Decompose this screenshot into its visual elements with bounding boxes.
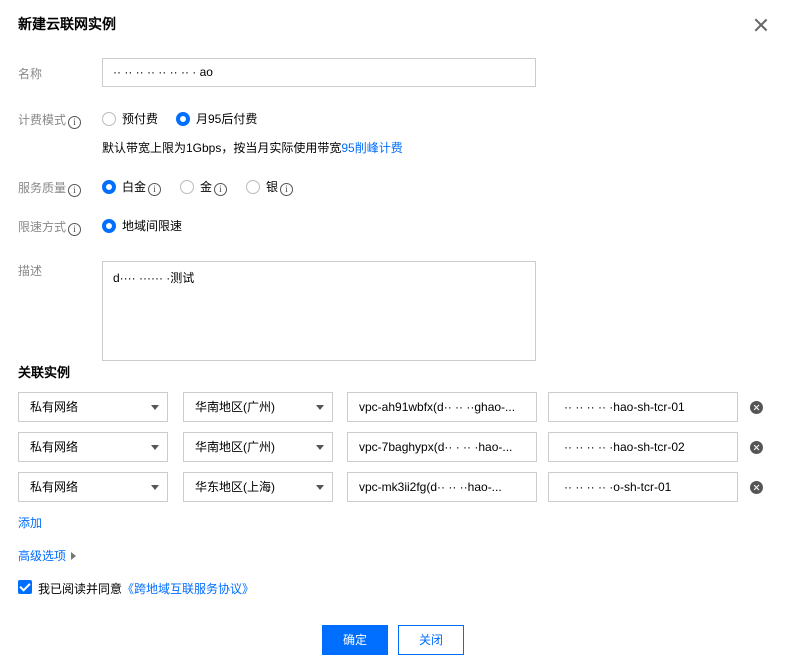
radio-icon bbox=[246, 180, 260, 194]
create-ccn-dialog: 新建云联网实例 名称 ·· ·· ·· ·· ·· ·· ·· · ao 计费模… bbox=[0, 0, 785, 666]
confirm-button[interactable]: 确定 bbox=[322, 625, 388, 655]
billing-option-postpaid[interactable]: 月95后付费 bbox=[176, 110, 257, 127]
instance-region-select[interactable]: 华南地区(广州) bbox=[183, 432, 333, 462]
instance-vpc-value: vpc-mk3ii2fg(d·· ·· ··hao-... bbox=[359, 480, 502, 494]
instance-region-value: 华南地区(广州) bbox=[195, 400, 275, 414]
billing-label-text: 计费模式 bbox=[18, 113, 67, 127]
info-icon[interactable]: i bbox=[68, 116, 82, 129]
remove-icon[interactable] bbox=[750, 481, 763, 494]
instance-name-field[interactable]: ·· ·· ·· ·· ·hao-sh-tcr-01 bbox=[548, 392, 738, 422]
add-instance-link[interactable]: 添加 bbox=[18, 514, 42, 531]
dialog-title: 新建云联网实例 bbox=[18, 16, 116, 32]
instance-name-field[interactable]: ·· ·· ·· ·· ·o-sh-tcr-01 bbox=[548, 472, 738, 502]
instance-region-value: 华南地区(广州) bbox=[195, 440, 275, 454]
instance-type-select[interactable]: 私有网络 bbox=[18, 472, 168, 502]
radio-selected-icon bbox=[102, 219, 116, 233]
billing-label: 计费模式 i bbox=[18, 111, 82, 129]
instance-vpc-select[interactable]: vpc-ah91wbfx(d·· ·· ··ghao-... bbox=[347, 392, 537, 422]
caret-right-icon bbox=[71, 552, 77, 560]
billing-note-link[interactable]: 95削峰计费 bbox=[341, 141, 402, 155]
instance-vpc-select[interactable]: vpc-7baghypx(d·· · ·· ·hao-... bbox=[347, 432, 537, 462]
instance-region-value: 华东地区(上海) bbox=[195, 480, 275, 494]
instance-type-value: 私有网络 bbox=[30, 440, 79, 454]
quality-option-label: 银 bbox=[266, 180, 279, 194]
description-label: 描述 bbox=[18, 264, 43, 278]
instance-region-select[interactable]: 华东地区(上海) bbox=[183, 472, 333, 502]
instance-type-select[interactable]: 私有网络 bbox=[18, 432, 168, 462]
agreement-checkbox[interactable] bbox=[18, 580, 32, 594]
billing-option-label: 月95后付费 bbox=[196, 112, 258, 126]
instances-section-title: 关联实例 bbox=[18, 365, 71, 380]
chevron-down-icon bbox=[151, 445, 159, 450]
close-button[interactable]: 关闭 bbox=[398, 625, 464, 655]
quality-label: 服务质量 i bbox=[18, 179, 82, 197]
info-icon[interactable]: i bbox=[214, 183, 228, 196]
chevron-down-icon bbox=[316, 405, 324, 410]
chevron-down-icon bbox=[151, 485, 159, 490]
advanced-options-toggle[interactable]: 高级选项 bbox=[18, 547, 77, 564]
instance-name-field[interactable]: ·· ·· ·· ·· ·hao-sh-tcr-02 bbox=[548, 432, 738, 462]
agreement-prefix: 我已阅读并同意 bbox=[38, 582, 123, 596]
name-label: 名称 bbox=[18, 67, 43, 81]
quality-option-gold[interactable]: 金i bbox=[180, 178, 228, 196]
instance-region-select[interactable]: 华南地区(广州) bbox=[183, 392, 333, 422]
name-input[interactable]: ·· ·· ·· ·· ·· ·· ·· · ao bbox=[102, 58, 536, 87]
rate-limit-option-region[interactable]: 地域间限速 bbox=[102, 217, 182, 234]
billing-note-text: 默认带宽上限为1Gbps，按当月实际使用带宽 bbox=[102, 141, 342, 155]
description-textarea[interactable]: d···· ······ ·测试 bbox=[102, 261, 536, 361]
instance-vpc-value: vpc-7baghypx(d·· · ·· ·hao-... bbox=[359, 440, 513, 454]
advanced-options-label: 高级选项 bbox=[18, 549, 67, 563]
chevron-down-icon bbox=[316, 485, 324, 490]
info-icon[interactable]: i bbox=[148, 183, 162, 196]
instance-type-select[interactable]: 私有网络 bbox=[18, 392, 168, 422]
instance-vpc-value: vpc-ah91wbfx(d·· ·· ··ghao-... bbox=[359, 400, 516, 414]
remove-icon[interactable] bbox=[750, 441, 763, 454]
remove-icon[interactable] bbox=[750, 401, 763, 414]
radio-icon bbox=[102, 112, 116, 126]
instance-type-value: 私有网络 bbox=[30, 480, 79, 494]
agreement-link[interactable]: 《跨地域互联服务协议》 bbox=[122, 582, 254, 596]
billing-option-label: 预付费 bbox=[122, 112, 159, 126]
close-icon[interactable] bbox=[752, 16, 770, 34]
agreement-text: 我已阅读并同意《跨地域互联服务协议》 bbox=[38, 580, 254, 597]
instance-type-value: 私有网络 bbox=[30, 400, 79, 414]
chevron-down-icon bbox=[151, 405, 159, 410]
quality-option-silver[interactable]: 银i bbox=[246, 178, 294, 196]
quality-option-platinum[interactable]: 白金 i bbox=[102, 178, 162, 196]
info-icon[interactable]: i bbox=[68, 223, 82, 236]
quality-option-label: 白金 bbox=[122, 180, 147, 194]
billing-option-prepaid[interactable]: 预付费 bbox=[102, 110, 158, 127]
rate-limit-label-text: 限速方式 bbox=[18, 220, 67, 234]
billing-note: 默认带宽上限为1Gbps，按当月实际使用带宽95削峰计费 bbox=[102, 139, 403, 156]
rate-limit-option-label: 地域间限速 bbox=[122, 219, 183, 233]
quality-option-label: 金 bbox=[200, 180, 213, 194]
chevron-down-icon bbox=[316, 445, 324, 450]
radio-selected-icon bbox=[176, 112, 190, 126]
rate-limit-label: 限速方式 i bbox=[18, 218, 82, 236]
radio-selected-icon bbox=[102, 180, 116, 194]
quality-label-text: 服务质量 bbox=[18, 181, 67, 195]
info-icon[interactable]: i bbox=[280, 183, 294, 196]
instance-vpc-select[interactable]: vpc-mk3ii2fg(d·· ·· ··hao-... bbox=[347, 472, 537, 502]
radio-icon bbox=[180, 180, 194, 194]
info-icon[interactable]: i bbox=[68, 184, 82, 197]
